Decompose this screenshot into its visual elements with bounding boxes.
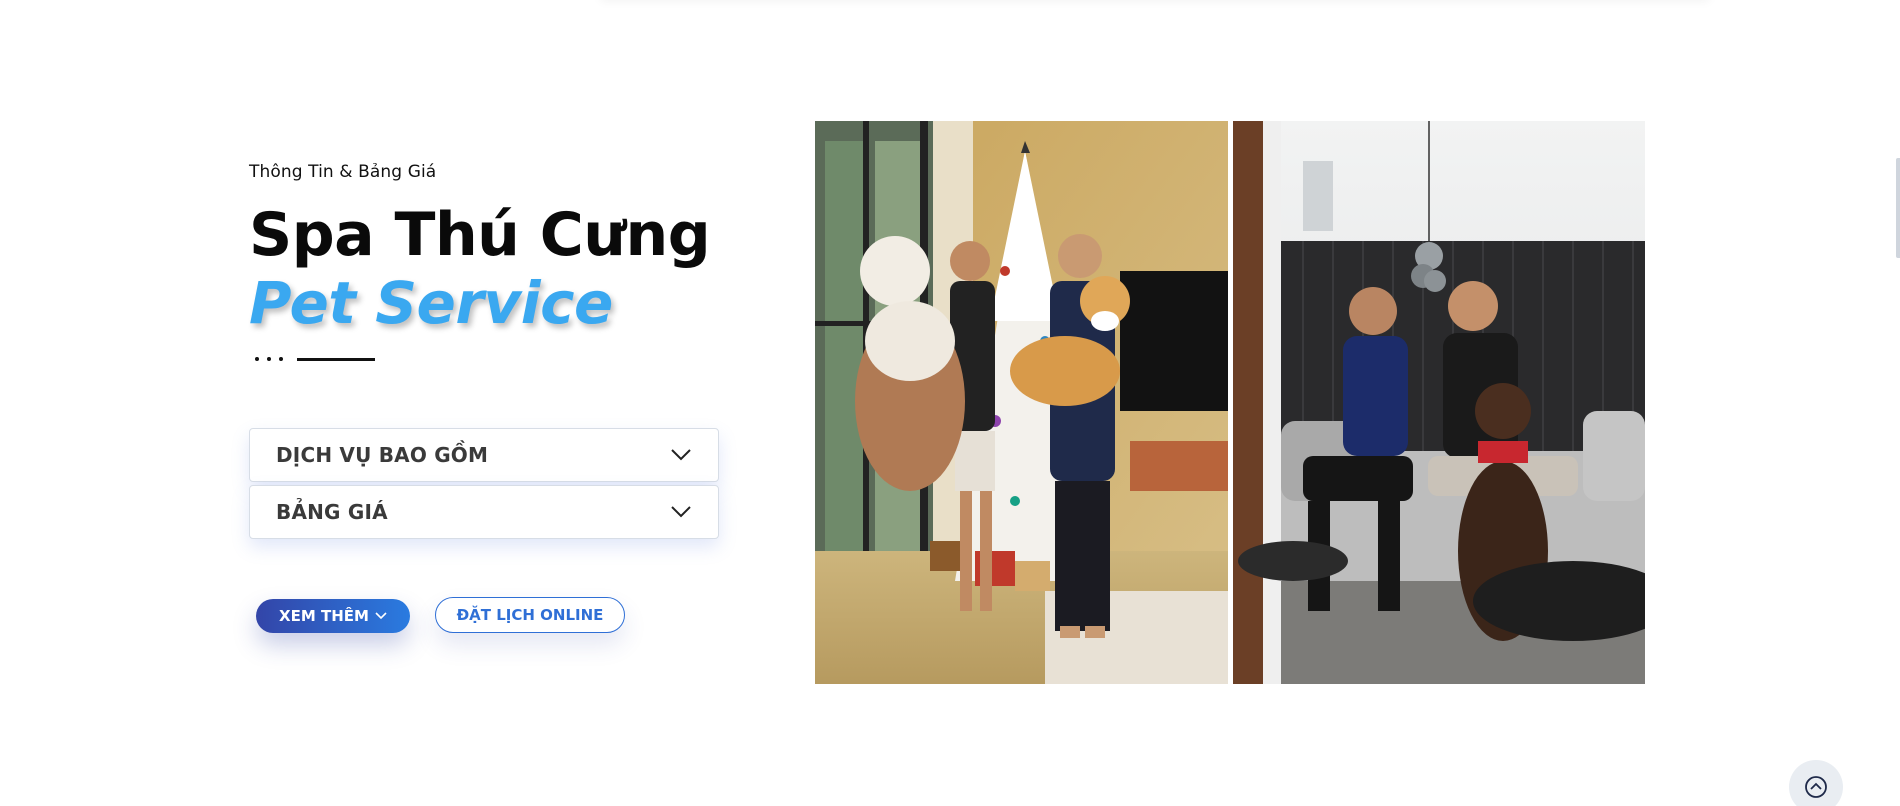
accordion-services-label: DỊCH VỤ BAO GỒM xyxy=(276,443,489,467)
book-online-button[interactable]: ĐẶT LỊCH ONLINE xyxy=(435,597,625,633)
section-subtitle: Thông Tin & Bảng Giá xyxy=(249,162,437,182)
intro-block: Thông Tin & Bảng Giá Spa Thú Cưng Pet Se… xyxy=(249,162,729,364)
chevron-up-circle-icon xyxy=(1804,775,1828,804)
scroll-to-top-button[interactable] xyxy=(1789,760,1843,806)
see-more-label: XEM THÊM xyxy=(279,607,369,625)
chevron-down-icon xyxy=(670,501,692,523)
photo-living-room-labrador xyxy=(1233,121,1645,684)
accordion-services[interactable]: DỊCH VỤ BAO GỒM xyxy=(249,428,719,482)
photo-christmas-tree-dogs xyxy=(815,121,1228,684)
accordion-pricing[interactable]: BẢNG GIÁ xyxy=(249,485,719,539)
chevron-down-icon xyxy=(670,444,692,466)
page-title: Spa Thú Cưng xyxy=(249,200,711,270)
side-scroll-tab[interactable] xyxy=(1896,158,1900,258)
divider xyxy=(249,354,729,364)
accordion-pricing-label: BẢNG GIÁ xyxy=(276,500,388,524)
page-title-accent: Pet Service xyxy=(249,269,613,337)
page: Thông Tin & Bảng Giá Spa Thú Cưng Pet Se… xyxy=(0,0,1900,806)
book-online-label: ĐẶT LỊCH ONLINE xyxy=(456,606,604,624)
see-more-button[interactable]: XEM THÊM xyxy=(256,599,410,633)
chevron-down-icon xyxy=(375,612,387,620)
